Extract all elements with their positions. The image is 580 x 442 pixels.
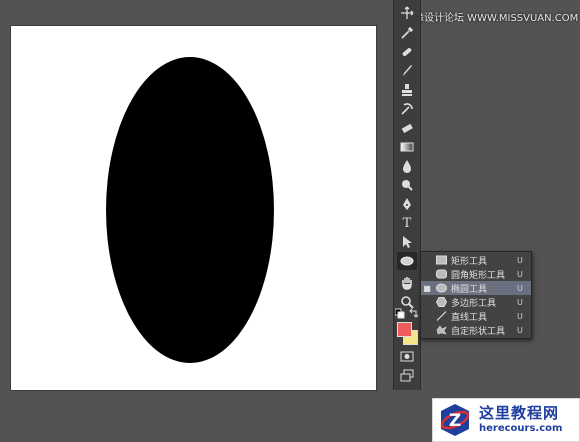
swap-colors-icon[interactable]	[408, 308, 418, 319]
hand-icon[interactable]	[397, 274, 417, 292]
clone-stamp-icon[interactable]	[397, 81, 417, 99]
flyout-item-label: 圆角矩形工具	[451, 270, 506, 281]
flyout-item-label: 矩形工具	[451, 256, 488, 267]
quick-mask-icon[interactable]	[397, 347, 417, 365]
history-brush-icon[interactable]	[397, 100, 417, 118]
brush-icon[interactable]	[397, 62, 417, 80]
flyout-item-line[interactable]: 直线工具 U	[421, 309, 531, 323]
polygon-icon	[433, 297, 449, 307]
logo-url: herecours.com	[479, 423, 563, 434]
blur-icon[interactable]	[397, 157, 417, 175]
flyout-item-label: 直线工具	[451, 312, 488, 323]
selected-marker: ■	[423, 283, 431, 293]
flyout-item-rectangle[interactable]: 矩形工具 U	[421, 253, 531, 267]
logo-badge-icon: Z	[437, 402, 473, 438]
flyout-item-ellipse[interactable]: ■ 椭圆工具 U	[421, 281, 531, 295]
eyedropper-icon[interactable]	[397, 24, 417, 42]
shape-tools-flyout: 矩形工具 U 圆角矩形工具 U ■ 椭圆工具 U 多边形工具 U 直线工具 U …	[420, 251, 532, 339]
shortcut-key: U	[517, 311, 523, 321]
ellipse-shape[interactable]	[106, 57, 274, 363]
flyout-item-label: 自定形状工具	[451, 326, 506, 337]
spot-healing-icon[interactable]	[397, 43, 417, 61]
dodge-icon[interactable]	[397, 176, 417, 194]
shortcut-key: U	[517, 325, 523, 335]
shortcut-key: U	[517, 269, 523, 279]
document-canvas[interactable]	[11, 26, 376, 390]
logo-title: 这里教程网	[479, 404, 560, 422]
flyout-item-custom-shape[interactable]: 自定形状工具 U	[421, 323, 531, 337]
line-icon	[433, 311, 449, 321]
pen-icon[interactable]	[397, 195, 417, 213]
ellipse-tool-icon[interactable]	[397, 252, 417, 270]
path-selection-icon[interactable]	[397, 233, 417, 251]
custom-shape-icon	[433, 325, 449, 335]
rounded-rectangle-icon	[433, 269, 449, 279]
screen-mode-icon[interactable]	[397, 367, 417, 385]
foreground-color-swatch[interactable]	[397, 322, 412, 337]
site-watermark: 思缘设计论坛 WWW.MISSVUAN.COM	[404, 13, 579, 24]
flyout-item-polygon[interactable]: 多边形工具 U	[421, 295, 531, 309]
move-icon[interactable]	[397, 4, 417, 22]
flyout-item-label: 多边形工具	[451, 298, 497, 309]
rectangle-icon	[433, 255, 449, 265]
flyout-item-rounded-rectangle[interactable]: 圆角矩形工具 U	[421, 267, 531, 281]
site-logo: Z 这里教程网 herecours.com	[432, 398, 580, 442]
ellipse-icon	[433, 283, 449, 293]
flyout-item-label: 椭圆工具	[451, 284, 488, 295]
logo-badge-letter: Z	[449, 411, 461, 431]
eraser-icon[interactable]	[397, 119, 417, 137]
shortcut-key: U	[517, 297, 523, 307]
default-colors-icon[interactable]	[395, 308, 405, 319]
shortcut-key: U	[517, 283, 523, 293]
type-icon[interactable]: T	[397, 214, 417, 232]
shortcut-key: U	[517, 255, 523, 265]
gradient-icon[interactable]	[397, 138, 417, 156]
tools-panel: T	[393, 0, 421, 390]
